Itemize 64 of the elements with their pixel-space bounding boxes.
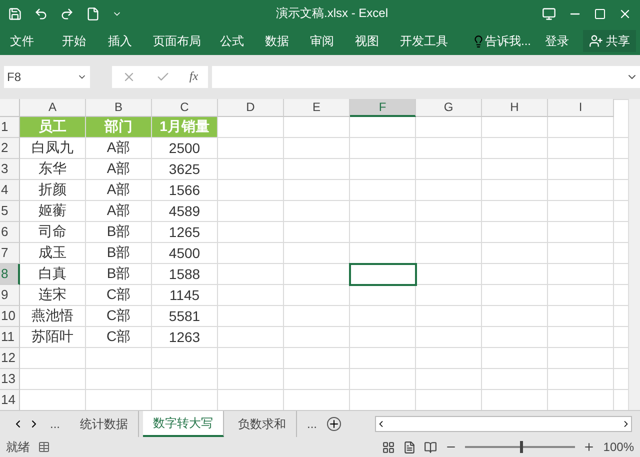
add-sheet-icon[interactable]	[327, 417, 342, 432]
ribbon-tab[interactable]: 公式	[220, 32, 244, 50]
normal-view-icon[interactable]	[382, 440, 396, 454]
more-sheets-button[interactable]: ...	[44, 417, 66, 432]
row-header[interactable]: 5	[0, 200, 20, 222]
vertical-scrollbar[interactable]	[628, 98, 640, 410]
row-header[interactable]: 11	[0, 326, 20, 348]
ribbon-tab[interactable]: 文件	[10, 32, 34, 50]
status-text: 就绪	[6, 438, 30, 456]
horizontal-scrollbar[interactable]	[375, 416, 632, 432]
ribbon-display-icon[interactable]	[542, 6, 556, 21]
new-file-icon[interactable]	[86, 6, 100, 21]
page-break-icon[interactable]	[424, 440, 438, 454]
column-header[interactable]: I	[548, 98, 614, 117]
header-cell: 部门	[86, 116, 152, 138]
row-header[interactable]: 10	[0, 306, 20, 327]
save-icon[interactable]	[8, 6, 22, 21]
row-header[interactable]: 2	[0, 138, 20, 159]
insert-function-button[interactable]: fx	[189, 69, 198, 84]
row-header[interactable]: 13	[0, 368, 20, 390]
column-header[interactable]: E	[284, 98, 350, 117]
ribbon-tab[interactable]: 审阅	[310, 32, 334, 50]
ribbon-tab[interactable]: 页面布局	[153, 32, 201, 50]
more-sheets-button[interactable]: ...	[301, 417, 324, 432]
row-header[interactable]: 7	[0, 242, 20, 264]
user-add-icon[interactable]	[589, 34, 603, 48]
row-header[interactable]: 6	[0, 222, 20, 243]
page-layout-icon[interactable]	[403, 440, 416, 454]
header-cell: 1月销量	[152, 116, 218, 138]
tell-me-field[interactable]: 告诉我...	[484, 32, 531, 50]
ribbon-tab[interactable]: 数据	[265, 32, 289, 50]
ribbon-tab[interactable]: 视图	[355, 32, 379, 50]
column-header[interactable]: H	[482, 98, 548, 117]
column-header[interactable]: D	[218, 98, 284, 117]
window-title: 演示文稿.xlsx - Excel	[274, 5, 389, 22]
zoom-in-icon[interactable]	[583, 441, 596, 454]
redo-icon[interactable]	[60, 6, 74, 21]
column-header[interactable]: C	[152, 98, 218, 117]
macro-icon[interactable]	[38, 441, 50, 454]
sign-in-link[interactable]: 登录	[545, 32, 569, 50]
share-button[interactable]: 共享	[583, 30, 636, 52]
row-header[interactable]: 1	[0, 116, 20, 138]
ribbon-tab[interactable]: 开发工具	[400, 32, 448, 50]
maximize-icon[interactable]	[594, 8, 606, 20]
row-header[interactable]: 14	[0, 390, 20, 410]
header-cell: 员工	[20, 116, 86, 138]
sheet-tab[interactable]: 数字转大写	[143, 411, 224, 438]
row-header[interactable]: 4	[0, 180, 20, 201]
row-header[interactable]: 8	[0, 264, 20, 285]
column-header[interactable]: G	[416, 98, 482, 117]
column-header[interactable]: B	[86, 98, 152, 117]
ribbon-tab[interactable]: 开始	[62, 32, 86, 50]
row-header[interactable]: 12	[0, 348, 20, 369]
row-header[interactable]: 3	[0, 158, 20, 180]
active-cell	[350, 264, 416, 285]
name-box[interactable]: F8	[4, 66, 90, 88]
row-header[interactable]: 9	[0, 284, 20, 306]
undo-icon[interactable]	[34, 6, 48, 21]
column-header[interactable]: F	[350, 98, 416, 117]
zoom-level: 100%	[603, 440, 634, 454]
lightbulb-icon[interactable]	[472, 34, 485, 48]
formula-field[interactable]	[212, 66, 640, 88]
column-header[interactable]: A	[20, 98, 86, 117]
ribbon-tab[interactable]: 插入	[108, 32, 132, 50]
